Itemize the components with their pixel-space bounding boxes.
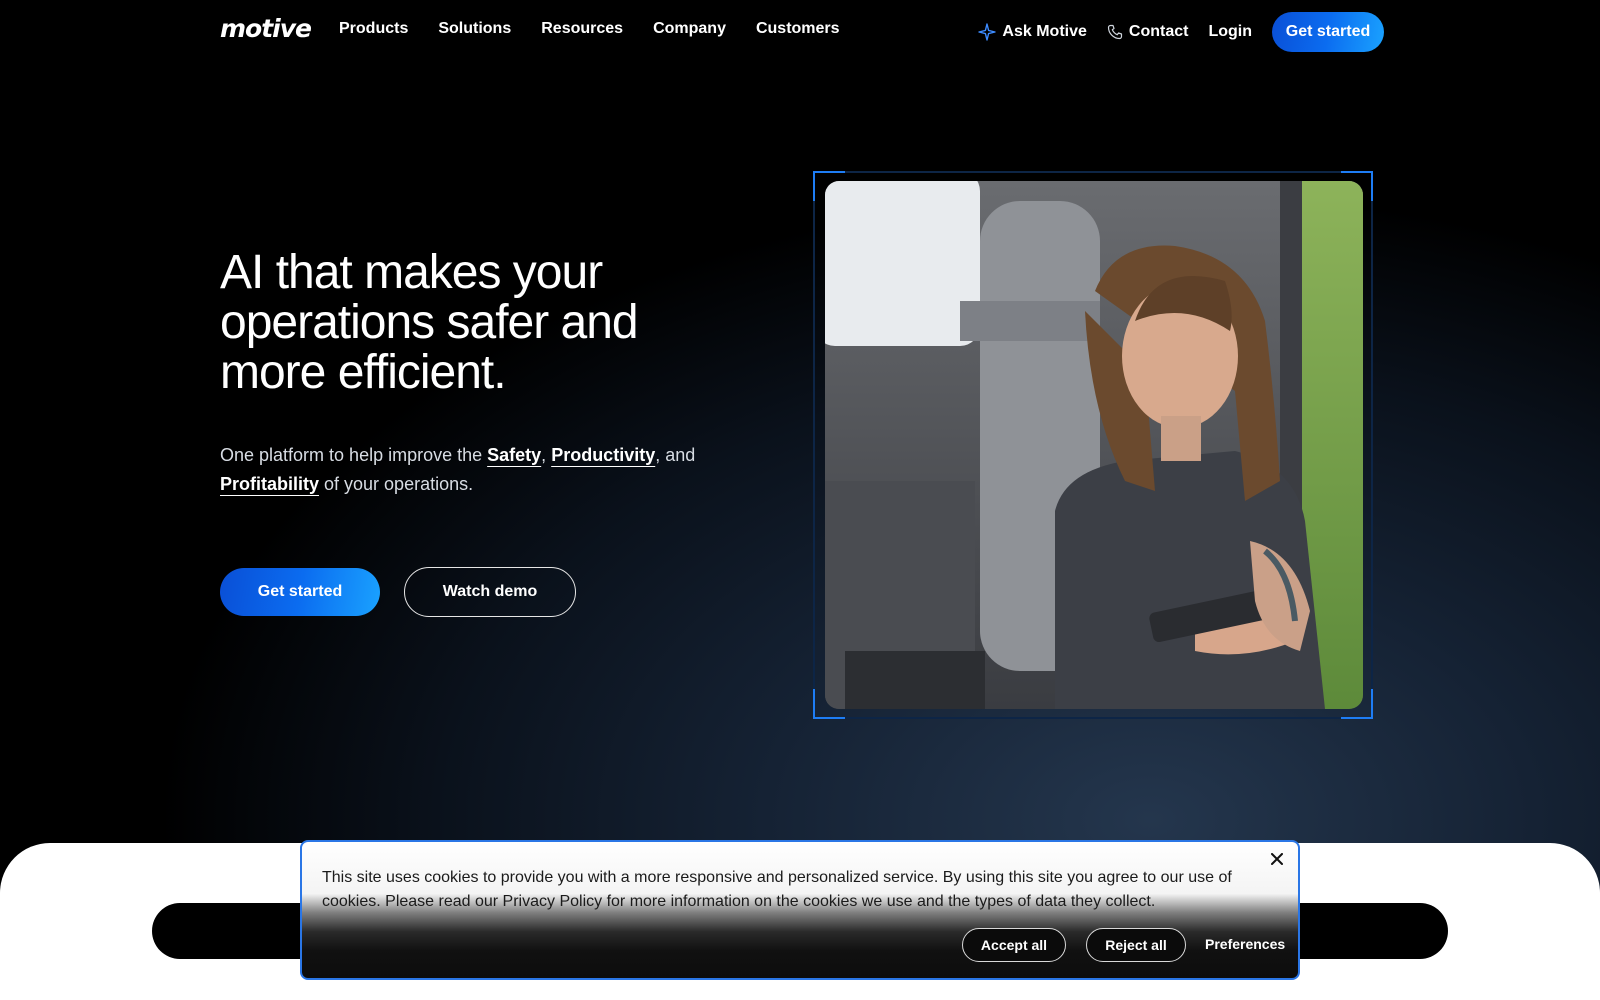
nav-get-started-button[interactable]: Get started <box>1272 12 1384 52</box>
watch-demo-button[interactable]: Watch demo <box>404 567 576 617</box>
accept-all-button[interactable]: Accept all <box>962 928 1066 962</box>
contact-label: Contact <box>1128 23 1189 40</box>
preferences-link[interactable]: Preferences <box>1205 936 1285 952</box>
reject-all-button[interactable]: Reject all <box>1086 928 1186 962</box>
phone-icon <box>1107 24 1123 40</box>
cookie-banner: This site uses cookies to provide you wi… <box>300 840 1300 980</box>
sparkle-icon <box>978 23 997 41</box>
nav-links: Products Solutions Resources Company Cus… <box>339 20 840 38</box>
nav-resources[interactable]: Resources <box>541 20 623 38</box>
hero-sub-comma: , <box>541 445 552 465</box>
ask-motive-link[interactable]: Ask Motive <box>978 23 1087 41</box>
hero-sub-and: , and <box>655 445 696 465</box>
hero-media-frame <box>813 171 1373 719</box>
hero-sub-text-2: of your operations. <box>319 474 474 494</box>
login-link[interactable]: Login <box>1208 23 1252 41</box>
hero-sub-text-1: One platform to help improve the <box>220 445 488 465</box>
productivity-link[interactable]: Productivity <box>551 445 655 465</box>
profitability-link[interactable]: Profitability <box>220 474 319 494</box>
safety-link[interactable]: Safety <box>487 445 541 465</box>
nav-company[interactable]: Company <box>653 20 726 38</box>
motive-logo[interactable]: motive <box>220 14 312 43</box>
hero-video[interactable] <box>825 181 1363 709</box>
nav-products[interactable]: Products <box>339 20 408 38</box>
cookie-text: This site uses cookies to provide you wi… <box>322 869 1232 910</box>
top-nav: motive Products Solutions Resources Comp… <box>0 0 1600 64</box>
nav-solutions[interactable]: Solutions <box>438 20 511 38</box>
close-icon[interactable] <box>1268 850 1286 868</box>
driver-in-cab-image <box>825 181 1363 709</box>
ask-motive-label: Ask Motive <box>1002 23 1087 40</box>
contact-link[interactable]: Contact <box>1107 23 1189 41</box>
hero-get-started-button[interactable]: Get started <box>220 568 380 616</box>
hero-subtitle: One platform to help improve the Safety,… <box>220 441 710 499</box>
nav-right: Ask Motive Contact Login Get started <box>978 12 1384 52</box>
nav-customers[interactable]: Customers <box>756 20 840 38</box>
hero-title: AI that makes your operations safer and … <box>220 246 639 399</box>
